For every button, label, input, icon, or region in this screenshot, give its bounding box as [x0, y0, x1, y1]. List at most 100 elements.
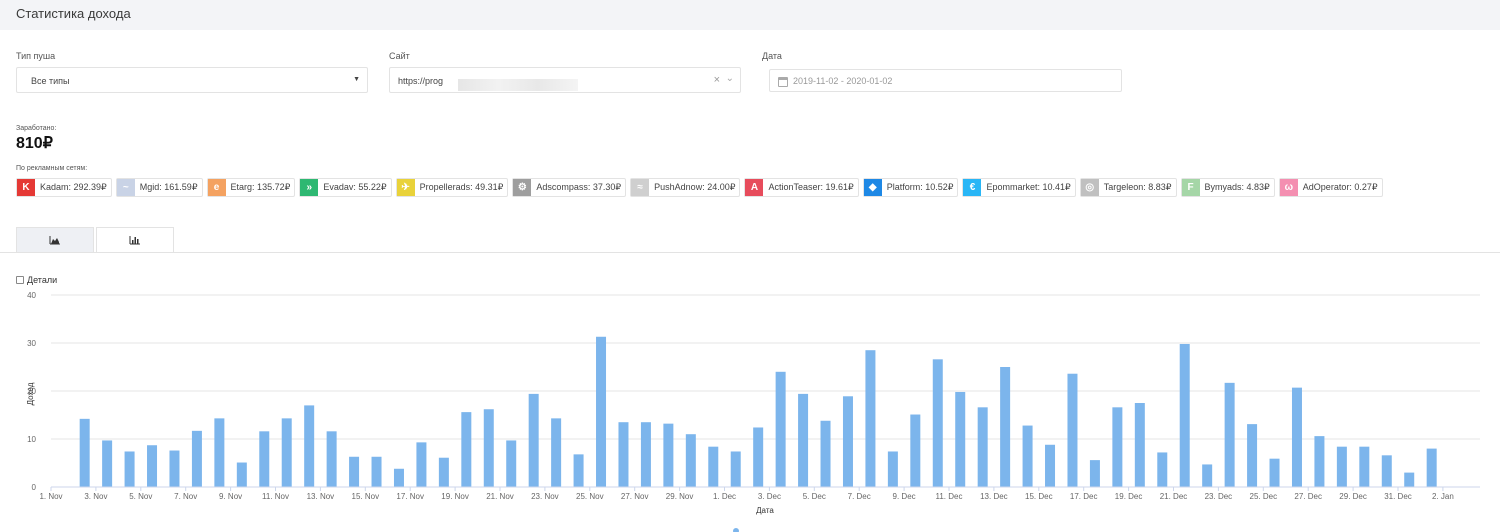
bar[interactable] — [416, 442, 427, 487]
bar[interactable] — [483, 409, 494, 487]
bar[interactable] — [820, 420, 831, 487]
bar[interactable] — [1247, 424, 1258, 487]
bar[interactable] — [551, 418, 562, 487]
site-value: https://prog — [398, 76, 578, 91]
bar[interactable] — [1291, 387, 1302, 487]
bar[interactable] — [1381, 455, 1392, 487]
details-checkbox[interactable] — [16, 276, 24, 284]
x-tick-label: 5. Dec — [803, 492, 826, 501]
bar[interactable] — [214, 418, 225, 487]
bar[interactable] — [349, 456, 360, 487]
bar[interactable] — [1202, 464, 1213, 487]
bar[interactable] — [798, 393, 809, 487]
x-tick-label: 21. Nov — [486, 492, 514, 501]
x-tick-label: 9. Nov — [219, 492, 242, 501]
network-badge-label: Kadam: 292.39₽ — [40, 182, 107, 192]
bar[interactable] — [596, 336, 607, 487]
network-logo-icon: ✈ — [396, 179, 415, 196]
bar[interactable] — [1134, 403, 1145, 487]
bar[interactable] — [147, 445, 158, 487]
bar[interactable] — [1336, 446, 1347, 487]
bar[interactable] — [191, 430, 202, 487]
bar[interactable] — [663, 423, 674, 487]
bar[interactable] — [887, 451, 898, 487]
x-tick-label: 27. Dec — [1294, 492, 1322, 501]
bar[interactable] — [753, 427, 764, 487]
network-badge-label: PushAdnow: 24.00₽ — [654, 182, 736, 192]
bar[interactable] — [1269, 458, 1280, 487]
bar[interactable] — [1112, 407, 1123, 487]
bar[interactable] — [932, 359, 943, 487]
network-badge-label: Targeleon: 8.83₽ — [1103, 182, 1172, 192]
bar[interactable] — [573, 454, 584, 487]
bar[interactable] — [842, 396, 853, 487]
bar[interactable] — [506, 440, 517, 487]
bar[interactable] — [955, 391, 966, 487]
x-tick-label: 1. Dec — [713, 492, 736, 501]
network-badge: K Kadam: 292.39₽ — [16, 178, 112, 197]
network-logo-icon: ω — [1279, 179, 1298, 196]
bar[interactable] — [1157, 452, 1168, 487]
bar[interactable] — [259, 431, 270, 487]
bar[interactable] — [236, 462, 247, 487]
bar[interactable] — [1045, 444, 1056, 487]
network-badge: F Bymyads: 4.83₽ — [1180, 178, 1275, 197]
bar[interactable] — [1000, 367, 1011, 487]
bar[interactable] — [1022, 425, 1033, 487]
site-select[interactable]: https://prog × ⌄ — [389, 67, 741, 93]
bar[interactable] — [1179, 343, 1190, 487]
bar[interactable] — [730, 451, 741, 487]
x-tick-label: 11. Dec — [936, 492, 963, 501]
area-chart-icon — [49, 236, 60, 245]
bar[interactable] — [1067, 373, 1078, 487]
y-tick-label: 0 — [32, 483, 37, 492]
page-title: Статистика дохода — [16, 6, 131, 21]
bar[interactable] — [1089, 460, 1100, 487]
network-badge-label: Mgid: 161.59₽ — [139, 182, 198, 192]
page-header: Статистика дохода — [0, 0, 1500, 30]
bar[interactable] — [1224, 382, 1235, 487]
x-tick-label: 17. Dec — [1070, 492, 1098, 501]
push-type-select[interactable]: Все типы ▼ — [16, 67, 368, 93]
bar[interactable] — [910, 414, 921, 487]
bar[interactable] — [281, 418, 292, 487]
bar[interactable] — [640, 422, 651, 487]
bar[interactable] — [1359, 446, 1370, 487]
chevron-down-icon[interactable]: ⌄ — [726, 73, 734, 84]
legend-marker[interactable] — [733, 528, 739, 532]
bar[interactable] — [865, 350, 876, 487]
bar[interactable] — [685, 434, 696, 487]
tab-area-chart[interactable] — [16, 227, 94, 253]
bar[interactable] — [124, 451, 135, 487]
network-badge: ⚙ Adscompass: 37.30₽ — [512, 178, 627, 197]
bar[interactable] — [371, 456, 382, 487]
details-toggle[interactable]: Детали — [16, 275, 57, 285]
bar[interactable] — [79, 418, 90, 487]
bar[interactable] — [1426, 448, 1437, 487]
y-tick-label: 40 — [27, 291, 36, 300]
bar[interactable] — [618, 422, 629, 487]
network-logo-icon: ~ — [116, 179, 135, 196]
bar[interactable] — [393, 468, 404, 487]
bar[interactable] — [1314, 436, 1325, 487]
bar[interactable] — [102, 440, 113, 487]
bar[interactable] — [438, 457, 449, 487]
bar[interactable] — [461, 412, 472, 487]
bar[interactable] — [169, 450, 180, 487]
bar[interactable] — [708, 446, 719, 487]
bar[interactable] — [977, 407, 988, 487]
x-tick-label: 15. Dec — [1025, 492, 1053, 501]
bar[interactable] — [528, 393, 539, 487]
network-badge-label: Adscompass: 37.30₽ — [536, 182, 622, 192]
network-badge-label: Evadav: 55.22₽ — [323, 182, 387, 192]
clear-icon[interactable]: × — [714, 74, 720, 86]
bar[interactable] — [775, 371, 786, 487]
x-tick-label: 29. Dec — [1339, 492, 1367, 501]
bar[interactable] — [326, 431, 337, 487]
bar[interactable] — [304, 405, 315, 487]
tab-bar-chart[interactable] — [96, 227, 174, 253]
bar[interactable] — [1404, 472, 1415, 487]
tabs-divider — [0, 252, 1500, 253]
x-tick-label: 25. Nov — [576, 492, 604, 501]
date-range-input[interactable]: 2019-11-02 - 2020-01-02 — [769, 69, 1122, 92]
